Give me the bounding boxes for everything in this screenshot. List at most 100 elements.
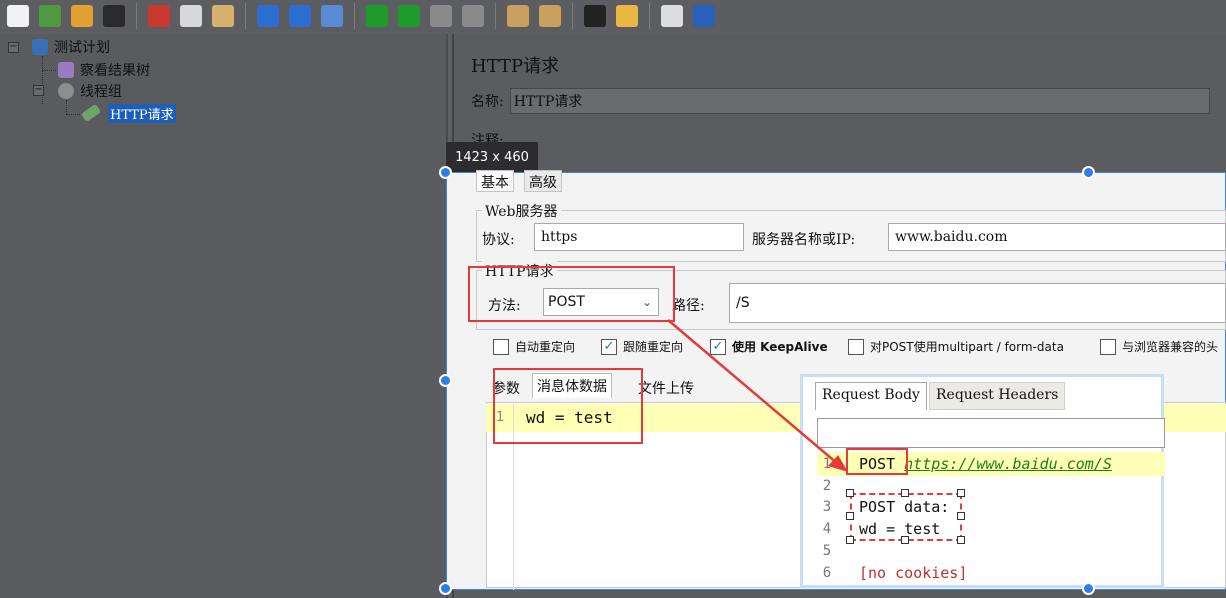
results-popup: Request Body Request Headers 1 POST http…	[800, 374, 1165, 588]
tree-connector	[66, 114, 80, 115]
selection-handle[interactable]	[1082, 166, 1095, 179]
name-field[interactable]	[509, 88, 1210, 114]
tab-request-body[interactable]: Request Body	[815, 382, 927, 410]
line-number: 3	[822, 499, 832, 515]
save-icon	[103, 5, 125, 27]
search-button[interactable]	[579, 1, 611, 31]
collapse-test-plan-icon[interactable]: −	[8, 42, 19, 53]
shutdown-icon	[462, 5, 484, 27]
tab-file-upload[interactable]: 文件上传	[634, 376, 698, 400]
pipette-icon	[80, 103, 102, 123]
path-field[interactable]: /S	[729, 283, 1226, 323]
checkbox-follow-redirect[interactable]: ✓ 跟随重定向	[601, 338, 683, 355]
tree-item-http-request[interactable]: HTTP请求	[80, 103, 176, 123]
path-label: 路径:	[672, 298, 705, 314]
clear-icon	[507, 5, 529, 27]
tree-connector	[66, 100, 67, 114]
resize-handle[interactable]	[901, 536, 909, 544]
tab-basic[interactable]: 基本	[476, 170, 514, 192]
tree-item-label: 测试计划	[54, 40, 110, 56]
start-icon	[366, 5, 388, 27]
templates-button[interactable]	[34, 1, 66, 31]
checkbox-auto-redirect-box	[493, 338, 509, 355]
open-icon	[71, 5, 93, 27]
stop-button[interactable]	[425, 1, 457, 31]
function-helper-icon	[661, 5, 683, 27]
toolbar-separator	[136, 3, 137, 29]
selection-handle[interactable]	[439, 374, 452, 387]
clear-button[interactable]	[502, 1, 534, 31]
checkbox-auto-redirect[interactable]: 自动重定向	[493, 338, 575, 355]
expand-icon	[257, 5, 279, 27]
shutdown-button[interactable]	[457, 1, 489, 31]
save-button[interactable]	[98, 1, 130, 31]
expand-button[interactable]	[252, 1, 284, 31]
resize-handle[interactable]	[957, 512, 965, 520]
selection-handle[interactable]	[439, 166, 452, 179]
checkbox-label: 跟随重定向	[623, 340, 684, 354]
cut-button[interactable]	[143, 1, 175, 31]
gear-icon	[58, 83, 74, 99]
annotation-box-post-data	[850, 493, 962, 541]
toolbar	[0, 0, 1226, 32]
stop-icon	[430, 5, 452, 27]
server-field[interactable]: www.baidu.com	[888, 223, 1226, 251]
resize-handle[interactable]	[846, 536, 854, 544]
popup-line: 5	[817, 540, 1165, 562]
search-icon	[584, 5, 606, 27]
checkbox-label: 与浏览器兼容的头	[1122, 340, 1219, 354]
annotation-box-post	[846, 448, 908, 475]
toggle-button[interactable]	[316, 1, 348, 31]
function-helper-button[interactable]	[656, 1, 688, 31]
annotation-box-body-data	[493, 368, 643, 444]
checkbox-keepalive[interactable]: ✓ 使用 KeepAlive	[710, 338, 828, 355]
help-button[interactable]	[688, 1, 720, 31]
toolbar-separator	[649, 3, 650, 29]
annotation-box-method	[468, 266, 675, 322]
tree-item-thread-group[interactable]: 线程组	[58, 81, 122, 101]
help-icon	[693, 5, 715, 27]
tab-advanced[interactable]: 高级	[524, 170, 562, 192]
selection-handle[interactable]	[1082, 582, 1095, 595]
flask-icon	[32, 39, 48, 55]
tree-item-label: 察看结果树	[80, 63, 150, 79]
toolbar-separator	[354, 3, 355, 29]
open-button[interactable]	[66, 1, 98, 31]
checkbox-browser-compatible[interactable]: 与浏览器兼容的头	[1100, 338, 1218, 355]
tree-item-test-plan[interactable]: 测试计划	[32, 37, 110, 57]
line-number: 5	[822, 543, 832, 559]
clear-all-button[interactable]	[534, 1, 566, 31]
resize-handle[interactable]	[957, 536, 965, 544]
copy-button[interactable]	[175, 1, 207, 31]
protocol-label: 协议:	[482, 232, 515, 248]
tree-item-view-results-tree[interactable]: 察看结果树	[58, 60, 150, 80]
check-icon: ✓	[710, 338, 726, 355]
checkbox-label: 使用 KeepAlive	[732, 340, 828, 354]
line-number: 1	[822, 456, 832, 472]
clear-all-icon	[539, 5, 561, 27]
name-row: 名称:	[471, 88, 1210, 114]
popup-search-bar[interactable]	[817, 418, 1165, 448]
resize-handle[interactable]	[846, 489, 854, 497]
copy-icon	[180, 5, 202, 27]
resize-handle[interactable]	[957, 489, 965, 497]
paste-button[interactable]	[207, 1, 239, 31]
selection-handle[interactable]	[439, 582, 452, 595]
start-no-pause-button[interactable]	[393, 1, 425, 31]
collapse-button[interactable]	[284, 1, 316, 31]
checkbox-browser-compatible-box	[1100, 338, 1116, 355]
protocol-field[interactable]: https	[534, 223, 744, 251]
paste-icon	[212, 5, 234, 27]
resize-handle[interactable]	[846, 512, 854, 520]
start-button[interactable]	[361, 1, 393, 31]
collapse-thread-group-icon[interactable]: −	[33, 85, 44, 96]
selection-size-tooltip: 1423 x 460	[446, 142, 538, 172]
resize-handle[interactable]	[901, 489, 909, 497]
new-file-button[interactable]	[2, 1, 34, 31]
line-number: 2	[822, 478, 832, 494]
checkbox-multipart[interactable]: 对POST使用multipart / form-data	[848, 338, 1064, 355]
tab-request-headers[interactable]: Request Headers	[929, 382, 1066, 410]
toolbar-separator	[495, 3, 496, 29]
reset-search-button[interactable]	[611, 1, 643, 31]
request-url[interactable]: https://www.baidu.com/S	[904, 455, 1112, 473]
